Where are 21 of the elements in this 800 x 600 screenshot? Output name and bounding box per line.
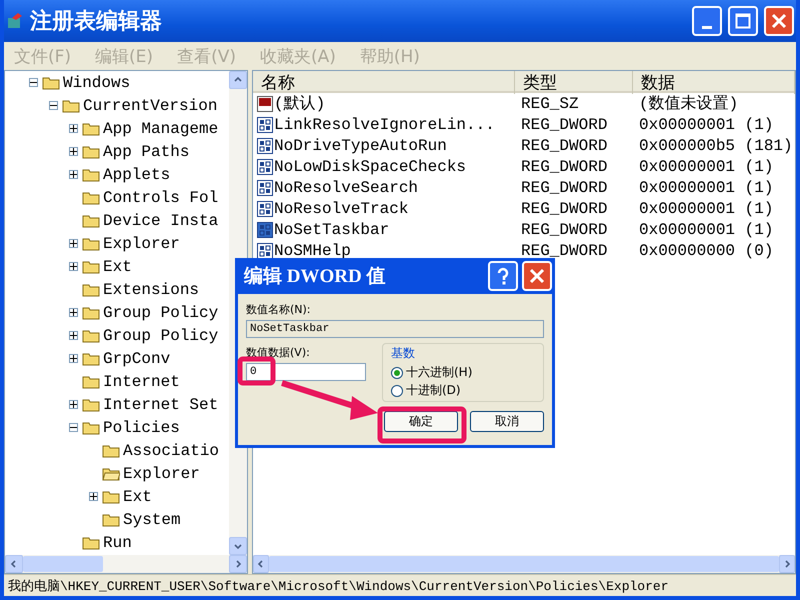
status-bar-path: 我的电脑\HKEY_CURRENT_USER\Software\Microsoft\Windows\CurrentVersion\Policies\Explorer: [8, 578, 668, 594]
value-data: (数值未设置): [638, 94, 740, 114]
value-data: 0x00000001 (1): [638, 200, 774, 218]
dialog-title: 编辑 DWORD 值: [244, 264, 386, 289]
window-title: 注册表编辑器: [30, 8, 163, 36]
value-type: REG_DWORD: [520, 200, 608, 218]
value-type: REG_DWORD: [520, 136, 608, 154]
value-type: REG_DWORD: [520, 178, 608, 196]
value-data: 0x00000000 (0): [638, 242, 774, 260]
field-label: 数值名称(N):: [246, 302, 312, 317]
value-data: 0x00000001 (1): [638, 116, 774, 134]
value-data: 0x00000001 (1): [638, 178, 774, 196]
value-type: REG_DWORD: [520, 158, 608, 176]
group-label: 基数: [391, 345, 416, 362]
value-data: 0x000000b5 (181): [638, 136, 794, 154]
value-data: 0x00000001 (1): [638, 158, 774, 176]
value-type: REG_SZ: [520, 94, 580, 112]
value-type: REG_DWORD: [520, 116, 608, 134]
value-data: 0x00000001 (1): [638, 220, 774, 238]
value-type: REG_DWORD: [520, 220, 608, 238]
value-type: REG_DWORD: [520, 242, 608, 260]
